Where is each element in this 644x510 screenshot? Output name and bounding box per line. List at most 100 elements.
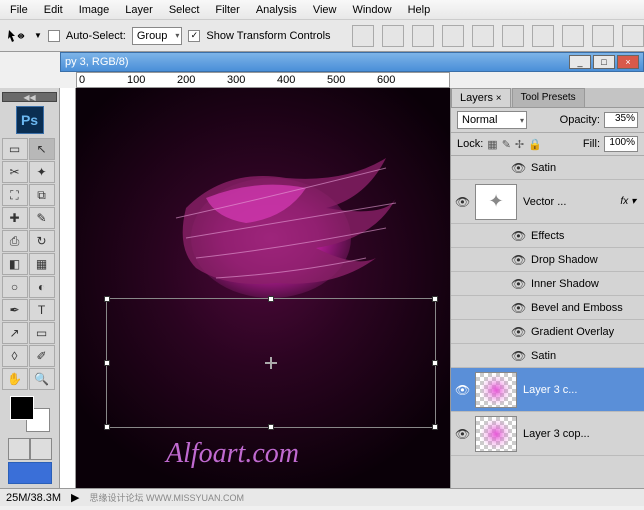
quick-mask-toggle[interactable]	[8, 438, 52, 460]
menu-file[interactable]: File	[2, 2, 36, 18]
fill-input[interactable]: 100%	[604, 136, 638, 152]
eyedropper-tool[interactable]: ✐	[29, 345, 55, 367]
layer-thumbnail[interactable]	[475, 372, 517, 408]
visibility-icon[interactable]: 👁	[511, 161, 525, 175]
lock-transparent-icon[interactable]: ▦	[487, 138, 497, 151]
transform-box[interactable]	[106, 298, 436, 428]
menu-view[interactable]: View	[305, 2, 345, 18]
layer-thumbnail[interactable]: ✦	[475, 184, 517, 220]
visibility-icon[interactable]: 👁	[511, 229, 525, 243]
crop-tool[interactable]: ⛶	[2, 184, 28, 206]
transform-center[interactable]	[265, 357, 277, 369]
visibility-icon[interactable]: 👁	[511, 253, 525, 267]
brush-tool[interactable]: ✎	[29, 207, 55, 229]
transform-handle-w[interactable]	[104, 360, 110, 366]
tab-layers[interactable]: Layers ×	[451, 88, 511, 107]
layer-3-copy[interactable]: 👁 Layer 3 cop...	[451, 412, 644, 456]
visibility-icon[interactable]: 👁	[511, 325, 525, 339]
layer-name[interactable]: Layer 3 cop...	[523, 428, 590, 440]
lock-pixels-icon[interactable]: ✎	[502, 138, 511, 151]
stamp-tool[interactable]: ⎙	[2, 230, 28, 252]
status-arrow-icon[interactable]: ▶	[71, 491, 79, 504]
auto-select-checkbox[interactable]	[48, 30, 60, 42]
transform-handle-sw[interactable]	[104, 424, 110, 430]
transform-handle-n[interactable]	[268, 296, 274, 302]
fx-badge[interactable]: fx ▾	[620, 196, 640, 207]
type-tool[interactable]: T	[29, 299, 55, 321]
effect-inner-shadow[interactable]: 👁Inner Shadow	[451, 272, 644, 296]
tools-grab-handle[interactable]: ◀◀	[2, 92, 57, 102]
layer-name[interactable]: Layer 3 c...	[523, 384, 577, 396]
align-btn-6[interactable]	[502, 25, 524, 47]
layer-vector[interactable]: 👁 ✦ Vector ... fx ▾	[451, 180, 644, 224]
transform-handle-nw[interactable]	[104, 296, 110, 302]
screen-mode-button[interactable]	[8, 462, 52, 484]
menu-image[interactable]: Image	[71, 2, 118, 18]
lock-position-icon[interactable]: ✢	[515, 138, 524, 151]
effect-drop-shadow[interactable]: 👁Drop Shadow	[451, 248, 644, 272]
layer-name[interactable]: Vector ...	[523, 196, 566, 208]
hand-tool[interactable]: ✋	[2, 368, 28, 390]
chevron-down-icon[interactable]: ▼	[34, 31, 42, 40]
dodge-tool[interactable]: ◐	[29, 276, 55, 298]
effect-satin-top[interactable]: 👁Satin	[451, 156, 644, 180]
lasso-tool[interactable]: ✂	[2, 161, 28, 183]
layer-3-c-selected[interactable]: 👁 Layer 3 c...	[451, 368, 644, 412]
transform-handle-e[interactable]	[432, 360, 438, 366]
menu-window[interactable]: Window	[344, 2, 399, 18]
menu-analysis[interactable]: Analysis	[248, 2, 305, 18]
pen-tool[interactable]: ✒	[2, 299, 28, 321]
layer-thumbnail[interactable]	[475, 416, 517, 452]
effect-bevel-emboss[interactable]: 👁Bevel and Emboss	[451, 296, 644, 320]
visibility-icon[interactable]: 👁	[511, 301, 525, 315]
lock-all-icon[interactable]: 🔒	[528, 138, 542, 151]
canvas[interactable]: Alfoart.com	[76, 88, 450, 488]
visibility-icon[interactable]: 👁	[511, 277, 525, 291]
menu-help[interactable]: Help	[400, 2, 439, 18]
align-btn-1[interactable]	[352, 25, 374, 47]
heal-tool[interactable]: ✚	[2, 207, 28, 229]
zoom-tool[interactable]: 🔍	[29, 368, 55, 390]
color-swatches[interactable]	[10, 396, 50, 432]
close-button[interactable]: ×	[617, 55, 639, 69]
gradient-tool[interactable]: ▦	[29, 253, 55, 275]
effect-satin[interactable]: 👁Satin	[451, 344, 644, 368]
auto-select-dropdown[interactable]: Group	[132, 27, 183, 45]
move-tool[interactable]: ↖	[29, 138, 55, 160]
show-transform-checkbox[interactable]: ✓	[188, 30, 200, 42]
opacity-input[interactable]: 35%	[604, 112, 638, 128]
eraser-tool[interactable]: ◧	[2, 253, 28, 275]
transform-handle-ne[interactable]	[432, 296, 438, 302]
menu-layer[interactable]: Layer	[117, 2, 161, 18]
minimize-button[interactable]: _	[569, 55, 591, 69]
marquee-tool[interactable]: ▭	[2, 138, 28, 160]
menu-select[interactable]: Select	[161, 2, 208, 18]
align-btn-3[interactable]	[412, 25, 434, 47]
align-btn-2[interactable]	[382, 25, 404, 47]
maximize-button[interactable]: □	[593, 55, 615, 69]
blur-tool[interactable]: ○	[2, 276, 28, 298]
notes-tool[interactable]: ◊	[2, 345, 28, 367]
menu-filter[interactable]: Filter	[207, 2, 247, 18]
visibility-icon[interactable]: 👁	[455, 195, 469, 209]
blend-mode-dropdown[interactable]: Normal	[457, 111, 527, 129]
visibility-icon[interactable]: 👁	[455, 383, 469, 397]
align-btn-7[interactable]	[532, 25, 554, 47]
visibility-icon[interactable]: 👁	[511, 349, 525, 363]
align-btn-5[interactable]	[472, 25, 494, 47]
path-tool[interactable]: ↗	[2, 322, 28, 344]
effect-gradient-overlay[interactable]: 👁Gradient Overlay	[451, 320, 644, 344]
visibility-icon[interactable]: 👁	[455, 427, 469, 441]
effects-header[interactable]: 👁Effects	[451, 224, 644, 248]
history-brush-tool[interactable]: ↻	[29, 230, 55, 252]
align-btn-10[interactable]	[622, 25, 644, 47]
slice-tool[interactable]: ⧉	[29, 184, 55, 206]
transform-handle-se[interactable]	[432, 424, 438, 430]
transform-handle-s[interactable]	[268, 424, 274, 430]
foreground-color[interactable]	[10, 396, 34, 420]
align-btn-9[interactable]	[592, 25, 614, 47]
wand-tool[interactable]: ✦	[29, 161, 55, 183]
align-btn-8[interactable]	[562, 25, 584, 47]
align-btn-4[interactable]	[442, 25, 464, 47]
tab-tool-presets[interactable]: Tool Presets	[512, 88, 585, 107]
